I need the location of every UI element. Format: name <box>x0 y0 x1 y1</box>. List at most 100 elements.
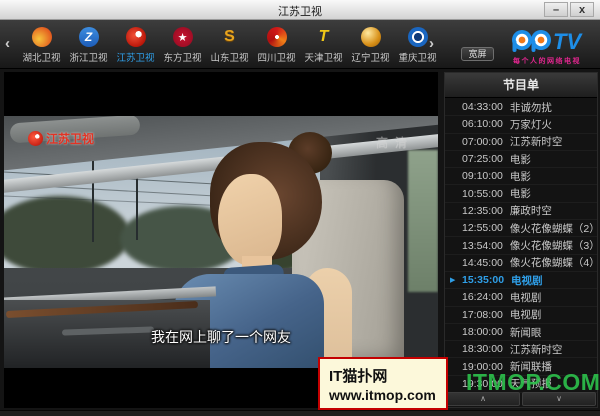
channel-tab-bar: ‹ 湖北卫视 Z 浙江卫视 江苏卫视 ★ 东方卫视 S 山东卫视 四川卫视 T … <box>0 20 600 69</box>
program-row[interactable]: ▶ 07:25:00 电影 <box>445 151 597 168</box>
channel-tab[interactable]: 江苏卫视 <box>112 20 159 69</box>
program-name: 电视剧 <box>510 290 542 305</box>
program-time: 10:55:00 <box>462 188 503 200</box>
channel-logo-icon <box>126 27 146 47</box>
program-time: 13:54:00 <box>462 240 503 252</box>
program-time: 14:45:00 <box>462 257 503 269</box>
program-name: 非诚勿扰 <box>510 100 552 115</box>
woman-face <box>218 174 282 266</box>
pptv-logo: TV 每个人的网络电视 <box>511 26 595 68</box>
channel-label: 辽宁卫视 <box>351 50 389 64</box>
program-name: 电影 <box>510 186 531 201</box>
itmop-watermark-box: IT猫扑网 www.itmop.com <box>318 357 448 410</box>
svg-text:TV: TV <box>553 29 583 54</box>
channel-logo-icon: S <box>220 27 240 47</box>
program-time: 17:08:00 <box>462 309 503 321</box>
program-time: 16:24:00 <box>462 291 503 303</box>
program-time: 15:35:00 <box>462 274 504 286</box>
channel-watermark: 江苏卫视 <box>28 130 94 147</box>
program-name: 电影 <box>510 152 531 167</box>
program-time: 07:25:00 <box>462 153 503 165</box>
itmop-watermark-title: IT猫扑网 <box>329 365 446 386</box>
window-title: 江苏卫视 <box>0 3 600 19</box>
program-time: 12:55:00 <box>462 222 503 234</box>
program-name: 电视剧 <box>510 307 542 322</box>
channel-label: 四川卫视 <box>257 50 295 64</box>
program-panel-title: 节目单 <box>445 73 597 98</box>
program-name: 江苏新时空 <box>510 342 563 357</box>
program-time: 07:00:00 <box>462 136 503 148</box>
window-titlebar: 江苏卫视 – x <box>0 0 600 20</box>
program-row[interactable]: ▶ 16:24:00 电视剧 <box>445 289 597 306</box>
program-row[interactable]: ▶ 17:08:00 电视剧 <box>445 307 597 324</box>
channel-tab[interactable]: Z 浙江卫视 <box>65 20 112 69</box>
content-area: 江苏卫视 高清 我在网上聊了一个网友 节目单 ▶ 04:33:00 非诚勿扰 ▶… <box>0 69 600 410</box>
program-time: 12:35:00 <box>462 205 503 217</box>
program-name: 江苏新时空 <box>510 134 563 149</box>
program-row[interactable]: ▶ 12:55:00 像火花像蝴蝶（2） <box>445 220 597 237</box>
jiangsu-tv-text: 江苏卫视 <box>46 130 94 147</box>
now-playing-icon: ▶ <box>450 276 455 284</box>
program-time: 18:30:00 <box>462 343 503 355</box>
program-row[interactable]: ▶ 14:45:00 像火花像蝴蝶（4） <box>445 255 597 272</box>
tabs-scroll-left-icon[interactable]: ‹ <box>5 35 10 52</box>
channel-logo-icon <box>408 27 428 47</box>
channel-label: 江苏卫视 <box>116 50 154 64</box>
channel-label: 浙江卫视 <box>69 50 107 64</box>
program-row[interactable]: ▶ 12:35:00 廉政时空 <box>445 203 597 220</box>
program-name: 电视剧 <box>511 273 543 288</box>
hd-badge: 高清 <box>376 134 414 151</box>
channel-tab[interactable]: 四川卫视 <box>253 20 300 69</box>
program-time: 04:33:00 <box>462 101 503 113</box>
app-window: 江苏卫视 – x ‹ 湖北卫视 Z 浙江卫视 江苏卫视 ★ 东方卫视 S 山东卫… <box>0 0 600 416</box>
program-name: 像火花像蝴蝶（4） <box>510 255 597 270</box>
itmop-green-watermark: ITMOP.COM <box>466 369 600 396</box>
pptv-tagline: 每个人的网络电视 <box>513 56 581 66</box>
tabs-scroll-right-icon[interactable]: › <box>429 35 434 52</box>
channel-tab[interactable]: 辽宁卫视 <box>347 20 394 69</box>
program-time: 06:10:00 <box>462 118 503 130</box>
channel-label: 山东卫视 <box>210 50 248 64</box>
video-picture: 江苏卫视 高清 我在网上聊了一个网友 <box>4 116 438 368</box>
program-row[interactable]: ▶ 18:30:00 江苏新时空 <box>445 341 597 358</box>
program-row[interactable]: ▶ 10:55:00 电影 <box>445 185 597 202</box>
channel-label: 天津卫视 <box>304 50 342 64</box>
window-bottom-frame <box>0 410 600 416</box>
channel-label: 重庆卫视 <box>398 50 436 64</box>
minimize-button[interactable]: – <box>544 2 568 17</box>
program-name: 新闻眼 <box>510 325 542 340</box>
program-name: 像火花像蝴蝶（2） <box>510 221 597 236</box>
channel-logo-icon: T <box>314 27 334 47</box>
program-panel: 节目单 ▶ 04:33:00 非诚勿扰 ▶ 06:10:00 万家灯火 ▶ 07… <box>444 72 598 408</box>
program-row[interactable]: ▶ 15:35:00 电视剧 <box>445 272 597 289</box>
program-row[interactable]: ▶ 13:54:00 像火花像蝴蝶（3） <box>445 237 597 254</box>
jiangsu-tv-icon <box>28 131 43 146</box>
program-name: 电影 <box>510 169 531 184</box>
channel-tab[interactable]: ★ 东方卫视 <box>159 20 206 69</box>
program-row[interactable]: ▶ 18:00:00 新闻眼 <box>445 324 597 341</box>
channel-tabs: 湖北卫视 Z 浙江卫视 江苏卫视 ★ 东方卫视 S 山东卫视 四川卫视 T 天津… <box>18 20 441 69</box>
program-row[interactable]: ▶ 06:10:00 万家灯火 <box>445 116 597 133</box>
program-row[interactable]: ▶ 04:33:00 非诚勿扰 <box>445 99 597 116</box>
program-row[interactable]: ▶ 09:10:00 电影 <box>445 168 597 185</box>
program-list: ▶ 04:33:00 非诚勿扰 ▶ 06:10:00 万家灯火 ▶ 07:00:… <box>445 99 597 393</box>
widescreen-button[interactable]: 宽屏 <box>461 47 494 61</box>
channel-logo-icon <box>32 27 52 47</box>
channel-logo-icon <box>361 27 381 47</box>
program-name: 万家灯火 <box>510 117 552 132</box>
program-row[interactable]: ▶ 07:00:00 江苏新时空 <box>445 134 597 151</box>
channel-tab[interactable]: S 山东卫视 <box>206 20 253 69</box>
channel-tab[interactable]: 湖北卫视 <box>18 20 65 69</box>
program-name: 像火花像蝴蝶（3） <box>510 238 597 253</box>
video-subtitle: 我在网上聊了一个网友 <box>4 327 438 347</box>
channel-logo-icon: Z <box>79 27 99 47</box>
channel-logo-icon: ★ <box>173 27 193 47</box>
pptv-logo-icon: TV <box>511 26 595 56</box>
channel-label: 东方卫视 <box>163 50 201 64</box>
rear-window-view <box>408 150 438 292</box>
channel-logo-icon <box>267 27 287 47</box>
itmop-watermark-url: www.itmop.com <box>329 387 446 403</box>
channel-tab[interactable]: T 天津卫视 <box>300 20 347 69</box>
close-button[interactable]: x <box>570 2 594 17</box>
program-time: 09:10:00 <box>462 170 503 182</box>
